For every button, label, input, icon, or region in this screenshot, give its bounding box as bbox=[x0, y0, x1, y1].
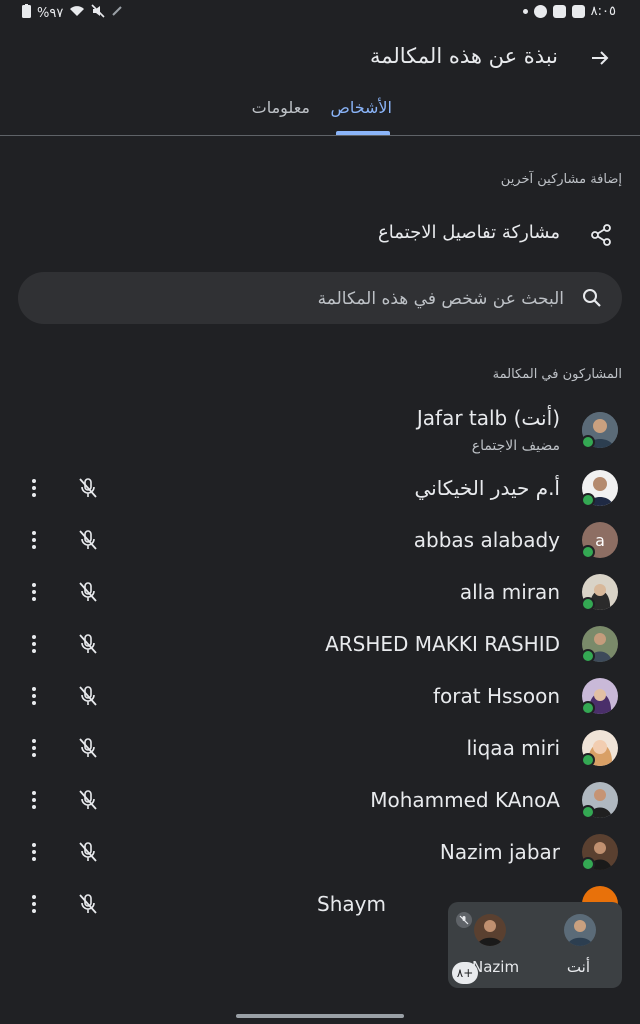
mic-off-icon bbox=[79, 790, 97, 810]
participant-name: Shaym bbox=[317, 892, 386, 916]
share-meeting-details-button[interactable]: مشاركة تفاصيل الاجتماع bbox=[18, 218, 622, 252]
avatar bbox=[581, 470, 618, 507]
more-vert-icon[interactable] bbox=[22, 892, 46, 916]
presence-indicator bbox=[581, 545, 595, 559]
status-right: ٨:٠٥ bbox=[522, 4, 616, 19]
pip-mic-off-icon bbox=[456, 912, 472, 928]
presence-indicator bbox=[581, 649, 595, 663]
mic-off-icon bbox=[79, 478, 97, 498]
participants-heading: المشاركون في المكالمة bbox=[492, 367, 622, 382]
participant-name: abbas alabady bbox=[413, 528, 560, 552]
presence-indicator bbox=[581, 701, 595, 715]
pip-extra-count: ٨+ bbox=[452, 962, 478, 984]
participant-name: Mohammed KAnoA bbox=[370, 788, 560, 812]
participant-row[interactable]: a abbas alabady bbox=[0, 514, 640, 566]
search-icon bbox=[582, 288, 602, 312]
participant-row[interactable]: ARSHED MAKKI RASHID bbox=[0, 618, 640, 670]
participant-video-tile bbox=[474, 914, 506, 946]
avatar bbox=[581, 574, 618, 611]
more-vert-icon[interactable] bbox=[22, 632, 46, 656]
mic-off-icon bbox=[79, 634, 97, 654]
status-bar: %٩٧ ٨:٠٥ bbox=[0, 0, 640, 28]
mic-off-icon bbox=[79, 530, 97, 550]
mic-off-icon bbox=[79, 738, 97, 758]
tab-info[interactable]: معلومات bbox=[252, 98, 310, 117]
presence-indicator bbox=[581, 597, 595, 611]
more-vert-icon[interactable] bbox=[22, 840, 46, 864]
participant-name: liqaa miri bbox=[466, 736, 561, 760]
clock: ٨:٠٥ bbox=[590, 4, 616, 19]
participant-row[interactable]: forat Hssoon bbox=[0, 670, 640, 722]
youtube-icon bbox=[552, 5, 566, 18]
mic-off-icon bbox=[79, 842, 97, 862]
avatar: a bbox=[581, 522, 618, 559]
participant-row[interactable]: Nazim jabar bbox=[0, 826, 640, 878]
pip-participant-label: Nazim bbox=[472, 958, 520, 976]
participant-row[interactable]: alla miran bbox=[0, 566, 640, 618]
pip-self-label: أنت bbox=[566, 958, 590, 976]
mute-icon bbox=[91, 4, 105, 22]
more-vert-icon[interactable] bbox=[22, 528, 46, 552]
search-bar[interactable] bbox=[18, 272, 622, 326]
avatar bbox=[581, 626, 618, 663]
participant-name: forat Hssoon bbox=[433, 684, 560, 708]
mic-off-icon bbox=[79, 582, 97, 602]
presence-indicator bbox=[581, 493, 595, 507]
gesture-navigation-bar[interactable] bbox=[236, 1014, 404, 1018]
participant-name: أ.م حيدر الخيكاني bbox=[414, 476, 560, 500]
add-participants-heading: إضافة مشاركين آخرين bbox=[500, 172, 622, 187]
more-vert-icon[interactable] bbox=[22, 580, 46, 604]
presence-indicator bbox=[581, 753, 595, 767]
participant-row[interactable]: liqaa miri bbox=[0, 722, 640, 774]
participant-name: Nazim jabar bbox=[439, 840, 560, 864]
participant-row[interactable]: أ.م حيدر الخيكاني bbox=[0, 462, 640, 514]
presence-indicator bbox=[581, 857, 595, 871]
gallery-icon bbox=[571, 5, 585, 18]
back-button[interactable] bbox=[586, 44, 614, 72]
status-left: %٩٧ bbox=[22, 4, 123, 22]
arrow-forward-icon bbox=[592, 51, 609, 65]
avatar bbox=[581, 782, 618, 819]
more-vert-icon[interactable] bbox=[22, 788, 46, 812]
presence-indicator bbox=[581, 435, 595, 449]
participant-name: Jafar talb (أنت) bbox=[416, 406, 560, 430]
more-vert-icon[interactable] bbox=[22, 736, 46, 760]
wifi-icon bbox=[69, 5, 85, 21]
participant-name: ARSHED MAKKI RASHID bbox=[325, 632, 560, 656]
mic-off-icon bbox=[79, 686, 97, 706]
search-input[interactable] bbox=[62, 272, 566, 326]
mic-off-icon bbox=[79, 894, 97, 914]
participant-row-self[interactable]: Jafar talb (أنت) مضيف الاجتماع bbox=[0, 404, 640, 462]
page-title: نبذة عن هذه المكالمة bbox=[369, 44, 558, 68]
battery-level: %٩٧ bbox=[37, 5, 64, 21]
tab-people[interactable]: الأشخاص bbox=[330, 98, 392, 117]
more-vert-icon[interactable] bbox=[22, 476, 46, 500]
share-label: مشاركة تفاصيل الاجتماع bbox=[378, 222, 560, 243]
battery-icon bbox=[22, 4, 31, 22]
tabs-divider bbox=[0, 135, 640, 136]
notification-dot-icon bbox=[522, 9, 528, 14]
self-video-tile bbox=[564, 914, 596, 946]
participant-role: مضيف الاجتماع bbox=[471, 438, 560, 454]
picture-in-picture-window[interactable]: أنت Nazim ٨+ bbox=[448, 902, 622, 988]
share-icon bbox=[590, 224, 612, 250]
avatar bbox=[581, 412, 618, 449]
presence-indicator bbox=[581, 805, 595, 819]
avatar bbox=[581, 730, 618, 767]
facebook-icon bbox=[533, 5, 547, 18]
avatar bbox=[581, 678, 618, 715]
avatar bbox=[581, 834, 618, 871]
participant-row[interactable]: Mohammed KAnoA bbox=[0, 774, 640, 826]
pen-icon bbox=[111, 5, 123, 21]
participant-name: alla miran bbox=[459, 580, 560, 604]
more-vert-icon[interactable] bbox=[22, 684, 46, 708]
